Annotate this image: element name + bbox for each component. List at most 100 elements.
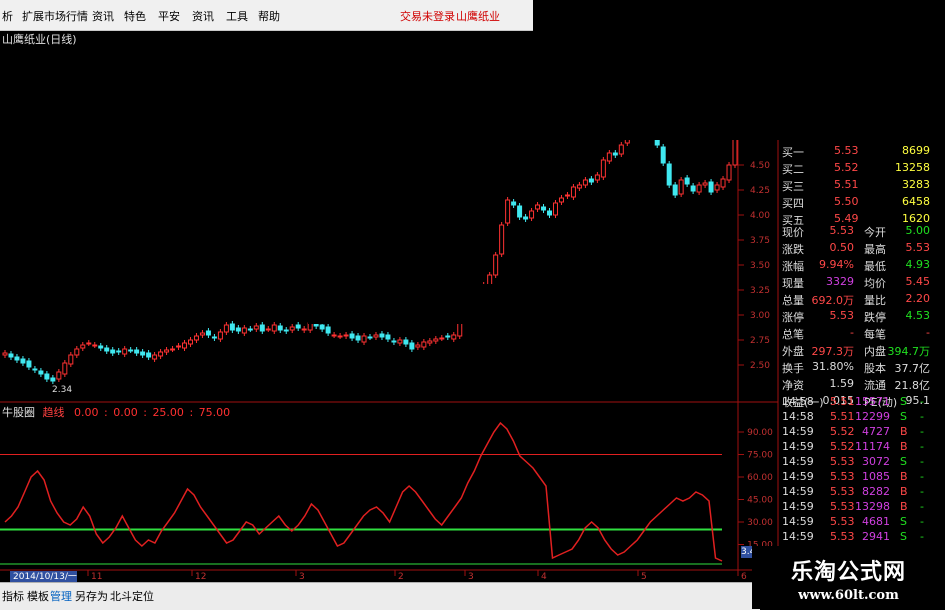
menu-item[interactable]: 资讯 [92,8,114,24]
quote-label: 内盘 [864,345,886,358]
candle-body [355,335,361,341]
candle-body [415,344,421,348]
candle-body [104,347,110,352]
indicator-subname: 趋线 [42,406,65,419]
candle-body [702,182,708,186]
candle-body [684,177,690,185]
tab-indicator[interactable]: 指标 [2,588,24,604]
login-status[interactable]: 交易未登录 [400,8,455,24]
price-tick-label: 4.50 [750,161,770,171]
tick-side: S [900,395,907,408]
candle-body [385,334,391,340]
bid-price: 5.51 [834,178,859,191]
bid-row: 买三 5.51 3283 [782,176,934,193]
trade-tick-row: 14:59 5.53 8282 B - [782,484,930,499]
candle-body [152,354,158,360]
candle-body [319,324,325,330]
candle-body [433,338,439,342]
tab-template[interactable]: 模板 [27,588,49,604]
candle-body [600,159,606,178]
watermark-url: www.60lt.com [798,588,899,603]
candle-body [68,354,74,365]
candle-body [421,341,427,348]
quote-row: 总笔 - 每笔 - [782,324,934,341]
price-tick-label: 4.00 [750,211,770,221]
bid-row: 买二 5.52 13258 [782,159,934,176]
menu-item[interactable]: 工具 [226,8,248,24]
candle-body [373,334,379,338]
tick-flag: - [920,470,924,483]
menu-item[interactable]: 平安 [158,8,180,24]
menu-bar: 析 扩展市场行情 资讯 特色 平安 资讯 工具 帮助 交易未登录 山鹰纸业 [0,0,533,31]
quote-value: 5.00 [905,224,931,237]
tick-volume: 13298 [855,500,890,513]
tick-price: 5.52 [830,425,855,438]
quote-label: 净资 [782,379,804,392]
tick-time: 14:59 [782,440,814,453]
candle-body [32,368,38,371]
candle-body [529,210,535,219]
candle-body [205,330,211,336]
tick-side: S [900,515,907,528]
candle-body [570,186,576,198]
candle-body [397,339,403,344]
menu-item[interactable]: 特色 [124,8,146,24]
menu-item[interactable]: 扩展市场行情 [22,8,88,24]
indicator-tick-label: 90.00 [747,428,773,438]
price-tick-label: 3.25 [750,286,770,296]
tab-manage[interactable]: 管理 [50,588,72,604]
tick-time: 14:58 [782,395,814,408]
candle-body [211,336,217,339]
quote-row: 净资 1.59 流通 21.8亿 [782,375,934,392]
tick-flag: - [920,515,924,528]
tick-side: B [900,470,908,483]
candle-body [505,199,511,224]
candle-body [187,339,193,345]
tab-locate[interactable]: 北斗定位 [110,588,154,604]
bid-label: 买四 [782,197,804,210]
price-tick-label: 3.75 [750,236,770,246]
candle-body [403,339,409,345]
tick-time: 14:59 [782,530,814,543]
candle-body [283,329,289,332]
candle-body [253,325,259,330]
tab-save-as[interactable]: 另存为 [75,588,108,604]
menu-item[interactable]: 资讯 [192,8,214,24]
tick-volume: 15571 [855,395,890,408]
candle-body [547,210,553,216]
candle-body [672,184,678,196]
time-tick-label: 11 [91,572,102,582]
candle-body [176,345,182,348]
masked-region [533,0,945,140]
tick-flag: - [920,395,924,408]
candle-body [451,334,457,340]
trade-tick-row: 14:59 5.52 4727 B - [782,424,930,439]
candle-body [110,349,116,354]
tick-flag: - [920,455,924,468]
menu-item[interactable]: 析 [2,8,13,24]
candle-body [343,334,349,337]
candle-body [217,331,223,340]
bid-row: 买四 5.50 6458 [782,193,934,210]
tick-volume: 4727 [862,425,890,438]
trade-tick-row: 14:59 5.52 11174 B - [782,439,930,454]
quote-label: 总笔 [782,328,804,341]
quote-value: 0.50 [829,241,855,254]
menu-item[interactable]: 帮助 [258,8,280,24]
quote-label: 量比 [864,294,886,307]
candle-body [666,163,672,186]
candle-body [331,334,337,337]
tick-price: 5.53 [830,515,855,528]
indicator-name: 牛股圈 [2,406,35,419]
candle-body [223,324,229,333]
quote-value: 297.3万 [811,345,855,358]
bid-label: 买二 [782,163,804,176]
candle-body [26,360,32,368]
candle-body [86,342,92,345]
quote-label: 最高 [864,243,886,256]
trade-tick-row: 14:59 5.53 3072 S - [782,454,930,469]
candle-body [511,201,517,206]
quote-label: 外盘 [782,345,804,358]
tick-side: B [900,485,908,498]
candle-body [170,348,176,351]
